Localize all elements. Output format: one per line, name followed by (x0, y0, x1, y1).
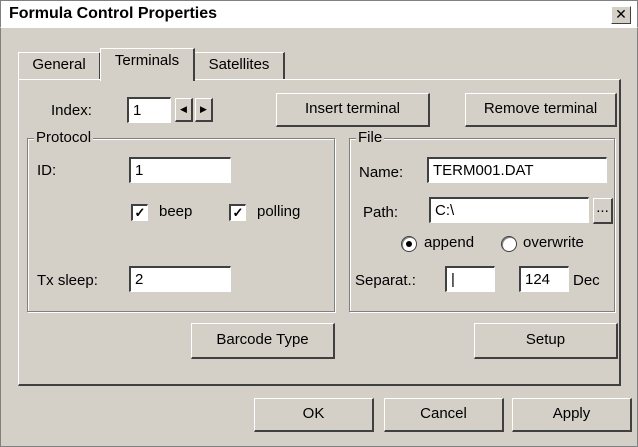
ok-button[interactable]: OK (254, 398, 374, 432)
separator-label: Separat.: (355, 272, 416, 289)
window-title: Formula Control Properties (9, 5, 218, 22)
index-increment-button[interactable]: ▶ (195, 98, 213, 122)
id-input[interactable]: 1 (129, 157, 231, 183)
setup-button[interactable]: Setup (474, 323, 618, 359)
title-bar: Formula Control Properties ✕ (0, 0, 638, 28)
file-name-input[interactable]: TERM001.DAT (427, 157, 607, 183)
separator-code-input[interactable]: 124 (519, 266, 569, 292)
terminals-panel: Index: 1 ◀ ▶ Insert terminal Remove term… (18, 79, 621, 386)
browse-button[interactable]: ... (593, 198, 613, 224)
overwrite-label: overwrite (523, 234, 584, 251)
apply-button[interactable]: Apply (512, 398, 632, 432)
overwrite-radio[interactable] (501, 236, 517, 252)
file-name-label: Name: (359, 164, 404, 181)
tab-terminals-label: Terminals (114, 52, 180, 69)
radio-selected-dot (406, 241, 412, 247)
index-input[interactable]: 1 (127, 97, 171, 123)
checkmark-icon: ✓ (134, 205, 146, 220)
cancel-button[interactable]: Cancel (384, 398, 504, 432)
index-label: Index: (51, 102, 92, 119)
close-icon[interactable]: ✕ (611, 6, 631, 24)
append-label: append (424, 234, 475, 251)
checkmark-icon: ✓ (232, 205, 244, 220)
beep-checkbox[interactable]: ✓ (131, 204, 148, 221)
remove-terminal-button[interactable]: Remove terminal (465, 93, 617, 127)
tab-general-label: General (32, 56, 86, 73)
tx-sleep-label: Tx sleep: (37, 272, 98, 289)
polling-checkbox[interactable]: ✓ (229, 204, 246, 221)
barcode-type-button[interactable]: Barcode Type (191, 323, 335, 359)
arrow-right-icon: ▶ (200, 104, 207, 114)
id-label: ID: (37, 162, 57, 179)
tab-satellites-label: Satellites (208, 56, 270, 73)
tab-general[interactable]: General (18, 52, 101, 79)
insert-terminal-button[interactable]: Insert terminal (276, 93, 430, 127)
protocol-group-title: Protocol (34, 129, 94, 146)
tab-terminals[interactable]: Terminals (100, 48, 195, 81)
tx-sleep-input[interactable]: 2 (129, 266, 231, 292)
index-decrement-button[interactable]: ◀ (175, 98, 193, 122)
file-group-title: File (356, 129, 385, 146)
separator-input[interactable]: | (445, 266, 495, 292)
tab-satellites[interactable]: Satellites (194, 52, 285, 79)
separator-unit-label: Dec (573, 272, 600, 289)
append-radio[interactable] (401, 236, 417, 252)
arrow-left-icon: ◀ (180, 104, 187, 114)
beep-label: beep (159, 203, 193, 220)
path-input[interactable]: C:\ (429, 197, 589, 223)
polling-label: polling (257, 203, 301, 220)
path-label: Path: (363, 204, 399, 221)
